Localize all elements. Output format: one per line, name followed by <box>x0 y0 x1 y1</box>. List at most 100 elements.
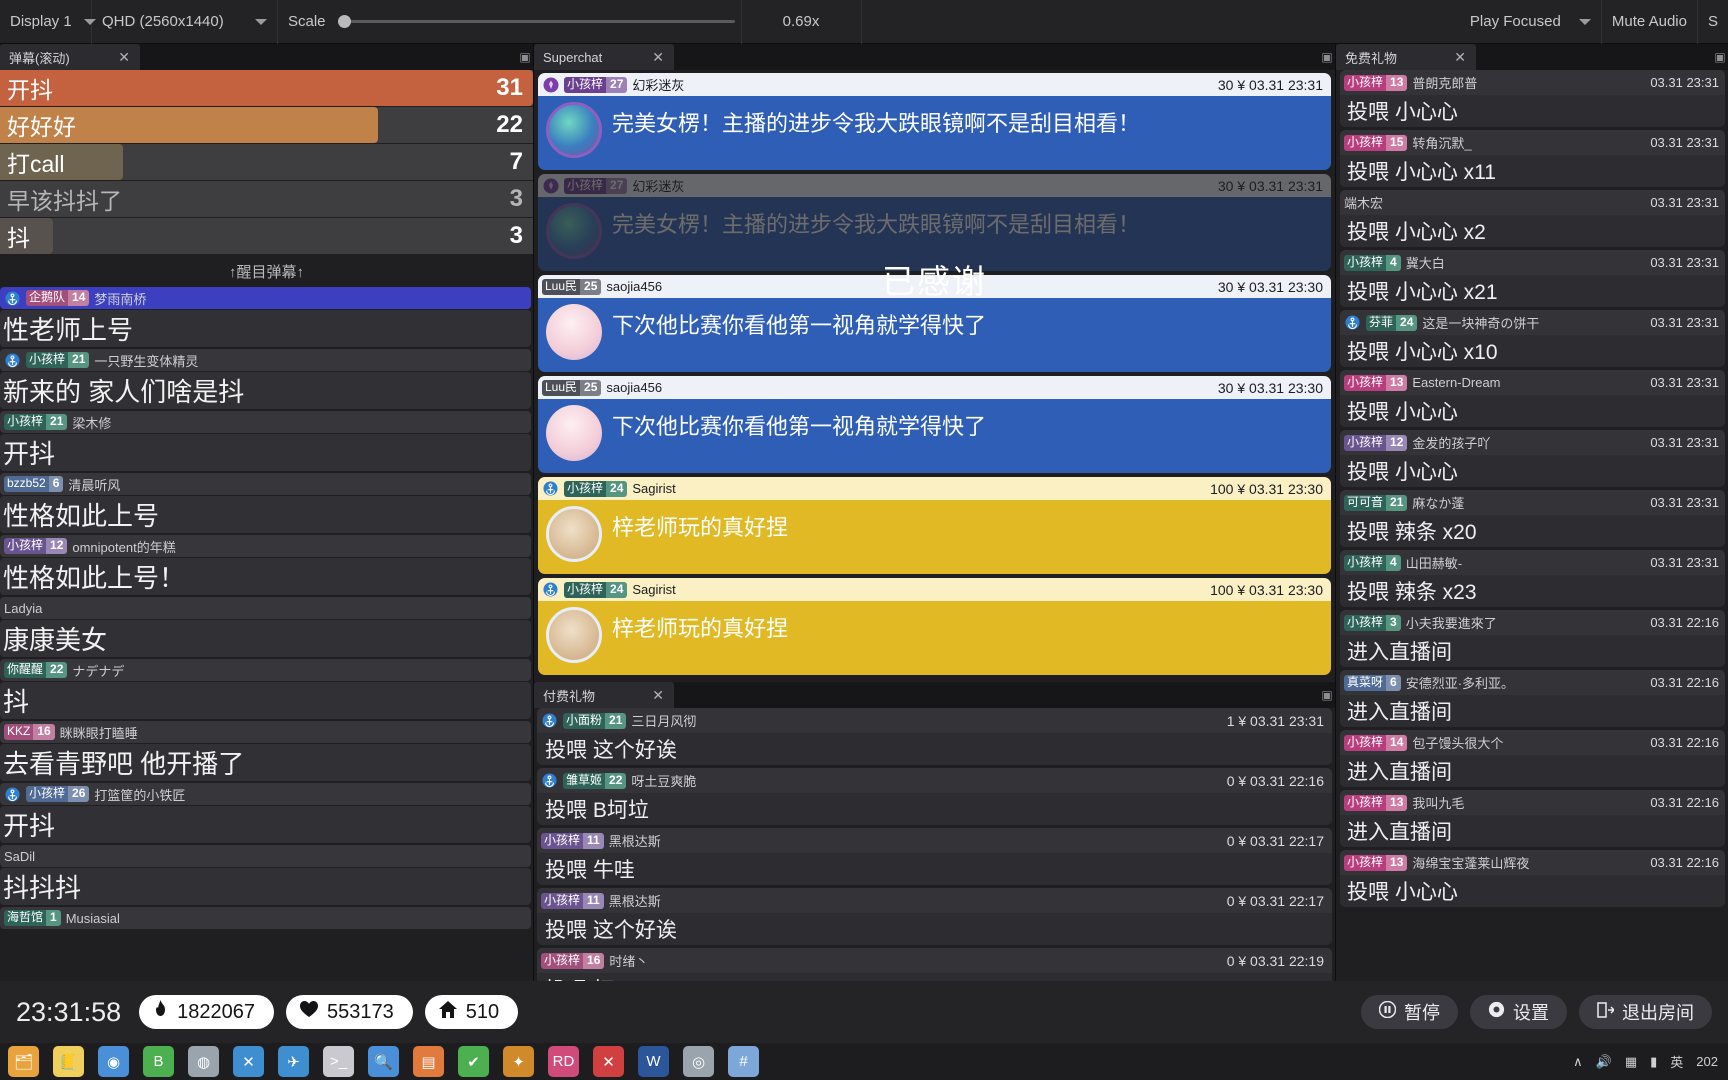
superchat-list[interactable]: 已感谢 小孩梓 27 幻彩迷灰 30 ¥ 03.31 23:31 完美女楞！主播的进步令… <box>534 70 1335 682</box>
fan-medal: 雏草姬 22 <box>563 772 627 789</box>
volume-icon[interactable]: 🔊 <box>1596 1054 1612 1070</box>
paid-gift-row[interactable]: 小孩梓 11 黑根达斯 0 ¥ 03.31 22:17 投喂 牛哇 <box>537 828 1332 885</box>
free-gift-row[interactable]: 小孩梓 4 山田赫敏- 03.31 23:31 投喂 辣条 x23 <box>1340 550 1725 607</box>
network-icon[interactable]: ▦ <box>1625 1054 1637 1070</box>
superchat-card[interactable]: 小孩梓 27 幻彩迷灰 30 ¥ 03.31 23:31 完美女楞！主播的进步令我大跌眼… <box>538 73 1331 170</box>
tab-paid-gifts[interactable]: 付费礼物 ✕ <box>534 682 674 708</box>
free-gift-row[interactable]: 小孩梓 13 Eastern-Dream 03.31 23:31 投喂 小心心 <box>1340 370 1725 427</box>
hash-icon[interactable]: # <box>728 1046 759 1077</box>
free-gift-row[interactable]: 芬菲 24 这是一块神奇の饼干 03.31 23:31 投喂 小心心 x10 <box>1340 310 1725 367</box>
panel-menu-icon[interactable]: ▣ <box>1712 50 1728 64</box>
toolbar-settings-button[interactable]: S <box>1698 0 1728 44</box>
pause-button[interactable]: 暂停 <box>1361 995 1458 1029</box>
free-gift-row[interactable]: 小孩梓 13 我叫九毛 03.31 22:16 进入直播间 <box>1340 790 1725 847</box>
free-gift-row[interactable]: 小孩梓 4 冀大白 03.31 23:31 投喂 小心心 x21 <box>1340 250 1725 307</box>
language-indicator[interactable]: 英 <box>1670 1052 1683 1071</box>
tab-danmaku[interactable]: 弹幕(滚动) ✕ <box>0 44 140 70</box>
blender-icon[interactable]: ✦ <box>503 1046 534 1077</box>
panel-menu-icon[interactable]: ▣ <box>1319 688 1335 702</box>
free-gift-username: 山田赫敏- <box>1405 556 1463 571</box>
free-gift-row[interactable]: 真菜呀 6 安德烈亚·多利亚。 03.31 22:16 进入直播间 <box>1340 670 1725 727</box>
superchat-card[interactable]: Luu民 25 saojia456 30 ¥ 03.31 23:30 下次他比赛你看他第… <box>538 376 1331 473</box>
notes-icon[interactable]: 📒 <box>53 1046 84 1077</box>
free-gift-list[interactable]: 小孩梓 13 普朗克郎普 03.31 23:31 投喂 小心心 小孩梓 15 转角沉默_ 03.… <box>1336 70 1728 981</box>
rider-icon[interactable]: RD <box>548 1046 579 1077</box>
free-gift-row[interactable]: 小孩梓 15 转角沉默_ 03.31 23:31 投喂 小心心 x11 <box>1340 130 1725 187</box>
scale-slider-knob[interactable] <box>337 15 351 28</box>
danmaku-message-list[interactable]: 企鹅队 14 梦雨南桥 性老师上号 小孩梓 21 一只野生变体精灵 新来的 家人们啥是抖 小孩梓… <box>0 287 533 981</box>
xmind-icon[interactable]: ✕ <box>593 1046 624 1077</box>
superchat-card[interactable]: 小孩梓 27 幻彩迷灰 30 ¥ 03.31 23:31 完美女楞！主播的进步令我大跌眼… <box>538 174 1331 271</box>
tab-paid-gifts-label: 付费礼物 <box>543 688 596 704</box>
settings-button[interactable]: 设置 <box>1470 995 1567 1029</box>
fan-medal: 小孩梓 3 <box>1344 614 1401 631</box>
media-app-icon[interactable]: ▤ <box>413 1046 444 1077</box>
play-focused-selector[interactable]: Play Focused <box>1460 0 1602 44</box>
danmaku-user-row[interactable]: 小孩梓 12 omnipotent的年糕 <box>0 535 531 557</box>
chrome-icon[interactable]: ◉ <box>98 1046 129 1077</box>
paid-gift-row[interactable]: 小孩梓 11 黑根达斯 0 ¥ 03.31 22:17 投喂 这个好诶 <box>537 888 1332 945</box>
tab-free-gifts[interactable]: 免费礼物 ✕ <box>1336 44 1476 70</box>
terminal-icon[interactable]: >_ <box>323 1046 354 1077</box>
exit-room-button[interactable]: 退出房间 <box>1579 995 1712 1029</box>
free-gift-row[interactable]: 端木宏 03.31 23:31 投喂 小心心 x2 <box>1340 190 1725 247</box>
free-gift-row[interactable]: 小孩梓 3 小夫我要進來了 03.31 22:16 进入直播间 <box>1340 610 1725 667</box>
vscode-icon[interactable]: ✕ <box>233 1046 264 1077</box>
paid-gift-row[interactable]: 小面粉 21 三日月风彻 1 ¥ 03.31 23:31 投喂 这个好诶 <box>537 708 1332 765</box>
firefox-icon[interactable]: ◍ <box>188 1046 219 1077</box>
free-gift-row[interactable]: 小孩梓 12 金发的孩子吖 03.31 23:31 投喂 小心心 <box>1340 430 1725 487</box>
superchat-meta: 30 ¥ 03.31 23:30 <box>1217 278 1323 295</box>
close-icon[interactable]: ✕ <box>648 688 668 702</box>
taskbar-clock[interactable]: 202 <box>1696 1054 1718 1069</box>
search-app-icon[interactable]: 🔍 <box>368 1046 399 1077</box>
close-icon[interactable]: ✕ <box>648 50 668 64</box>
danmaku-user-row[interactable]: SaDil <box>0 845 531 867</box>
free-gift-time: 03.31 23:31 <box>1650 195 1719 210</box>
paid-gift-row[interactable]: 小孩梓16 时绪丶 0 ¥ 03.31 22:19 投喂 打call <box>537 948 1332 981</box>
scale-slider[interactable] <box>332 0 742 44</box>
superchat-card[interactable]: Luu民 25 saojia456 30 ¥ 03.31 23:30 下次他比赛你看他第… <box>538 275 1331 372</box>
danmaku-user-row[interactable]: Ladyia <box>0 597 531 619</box>
box-app-icon[interactable]: B <box>143 1046 174 1077</box>
paid-gift-row[interactable]: 雏草姬 22 呀土豆爽脆 0 ¥ 03.31 22:16 投喂 B坷垃 <box>537 768 1332 825</box>
telegram-icon[interactable]: ✈ <box>278 1046 309 1077</box>
superchat-card[interactable]: 小孩梓 24 Sagirist 100 ¥ 03.31 23:30 梓老师玩的真好捏 <box>538 578 1331 675</box>
danmaku-text: 康康美女 <box>0 620 531 657</box>
danmaku-username: ナデナデ <box>72 663 125 679</box>
danmaku-username: 梦雨南桥 <box>94 291 147 307</box>
ranking-bar-fill <box>0 70 533 106</box>
close-icon[interactable]: ✕ <box>1450 50 1470 64</box>
free-gift-row[interactable]: 小孩梓 13 普朗克郎普 03.31 23:31 投喂 小心心 <box>1340 70 1725 127</box>
mute-audio-button[interactable]: Mute Audio <box>1602 0 1698 44</box>
scale-slider-track[interactable] <box>337 15 735 28</box>
danmaku-user-row[interactable]: 你醒醒 22 ナデナデ <box>0 659 531 681</box>
panel-menu-icon[interactable]: ▣ <box>1319 50 1335 64</box>
word-icon[interactable]: W <box>638 1046 669 1077</box>
globe-icon[interactable]: ◎ <box>683 1046 714 1077</box>
free-gift-row[interactable]: 小孩梓 14 包子馒头很大个 03.31 22:16 进入直播间 <box>1340 730 1725 787</box>
avatar <box>546 102 602 158</box>
battery-icon[interactable]: ▮ <box>1650 1054 1657 1070</box>
checkmark-icon[interactable]: ✔ <box>458 1046 489 1077</box>
tab-superchat[interactable]: Superchat ✕ <box>534 44 674 70</box>
free-gift-username: 海绵宝宝蓬莱山辉夜 <box>1412 856 1530 871</box>
ranking-label: 抖 <box>7 225 30 251</box>
panel-menu-icon[interactable]: ▣ <box>517 50 533 64</box>
paid-gift-list[interactable]: 小面粉 21 三日月风彻 1 ¥ 03.31 23:31 投喂 这个好诶 雏草姬 22 呀土豆… <box>534 708 1335 981</box>
free-gift-row[interactable]: 小孩梓 13 海绵宝宝蓬莱山辉夜 03.31 22:16 投喂 小心心 <box>1340 850 1725 907</box>
superchat-card[interactable]: 小孩梓 24 Sagirist 100 ¥ 03.31 23:30 梓老师玩的真好捏 <box>538 477 1331 574</box>
close-icon[interactable]: ✕ <box>114 50 134 64</box>
resolution-selector[interactable]: QHD (2560x1440) <box>92 0 278 44</box>
danmaku-user-row[interactable]: bzzb52 6 清晨听风 <box>0 473 531 495</box>
danmaku-user-row[interactable]: 海哲馆 1 Musiasial <box>0 907 531 929</box>
file-explorer-icon[interactable]: 🗂 <box>8 1046 39 1077</box>
danmaku-user-row[interactable]: 小孩梓 21 一只野生变体精灵 <box>0 349 531 371</box>
danmaku-user-row[interactable]: 企鹅队 14 梦雨南桥 <box>0 287 531 309</box>
danmaku-user-row[interactable]: 小孩梓 26 打篮筐的小铁匠 <box>0 783 531 805</box>
danmaku-user-row[interactable]: 小孩梓 21 梁木修 <box>0 411 531 433</box>
display-selector[interactable]: Display 1 <box>0 0 96 44</box>
heart-icon <box>299 1000 318 1024</box>
danmaku-user-row[interactable]: KKZ 16 眯眯眼打瞌睡 <box>0 721 531 743</box>
tray-up-arrow-icon[interactable]: ∧ <box>1573 1054 1583 1070</box>
free-gift-row[interactable]: 可可音 21 麻なか蓬 03.31 23:31 投喂 辣条 x20 <box>1340 490 1725 547</box>
